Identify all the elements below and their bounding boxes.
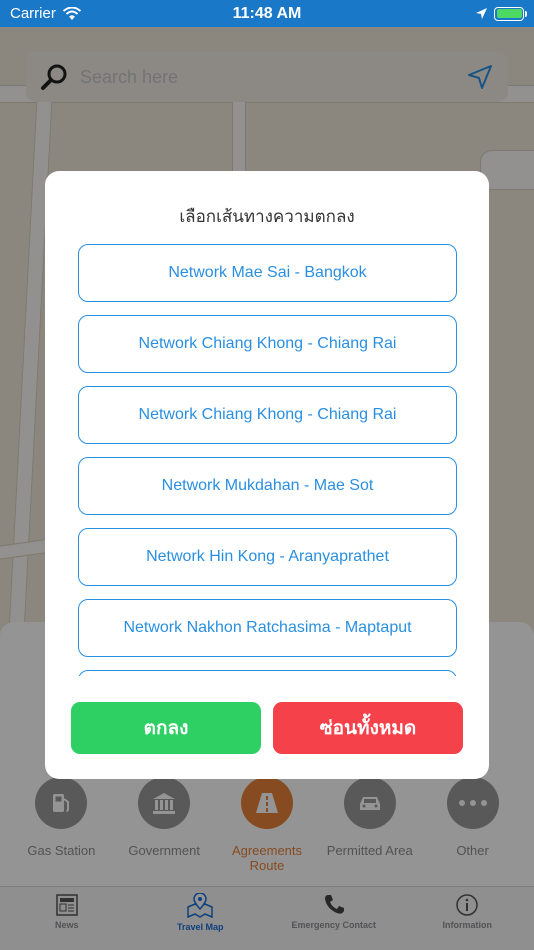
- dialog-title: เลือกเส้นทางความตกลง: [179, 207, 355, 226]
- route-button[interactable]: Network Chiang Khong - Chiang Rai: [78, 315, 457, 373]
- wifi-icon: [62, 6, 81, 20]
- battery-level: [496, 9, 522, 18]
- location-arrow-icon: [476, 8, 487, 19]
- hide-all-button[interactable]: ซ่อนทั้งหมด: [273, 702, 463, 754]
- status-bar: Carrier 11:48 AM: [0, 0, 534, 27]
- route-list[interactable]: Network Mae Sai - Bangkok Network Chiang…: [78, 244, 457, 676]
- route-button[interactable]: Network Chiang Khong - Chiang Rai: [78, 386, 457, 444]
- route-button[interactable]: Network Nakhon Ratchasima - Maptaput: [78, 599, 457, 657]
- ok-button[interactable]: ตกลง: [71, 702, 261, 754]
- dialog-actions: ตกลง ซ่อนทั้งหมด: [71, 702, 463, 754]
- route-button[interactable]: Network Mae Sai - Bangkok: [78, 244, 457, 302]
- route-button[interactable]: Network Hin Kong - Aranyaprathet: [78, 528, 457, 586]
- clock: 11:48 AM: [232, 4, 302, 22]
- route-button[interactable]: Network Mukdahan - Mae Sot: [78, 457, 457, 515]
- route-select-dialog: เลือกเส้นทางความตกลง Network Mae Sai - B…: [45, 171, 489, 779]
- battery-icon: [494, 6, 527, 21]
- route-button-partial[interactable]: [78, 670, 457, 676]
- carrier-label: Carrier: [10, 5, 56, 22]
